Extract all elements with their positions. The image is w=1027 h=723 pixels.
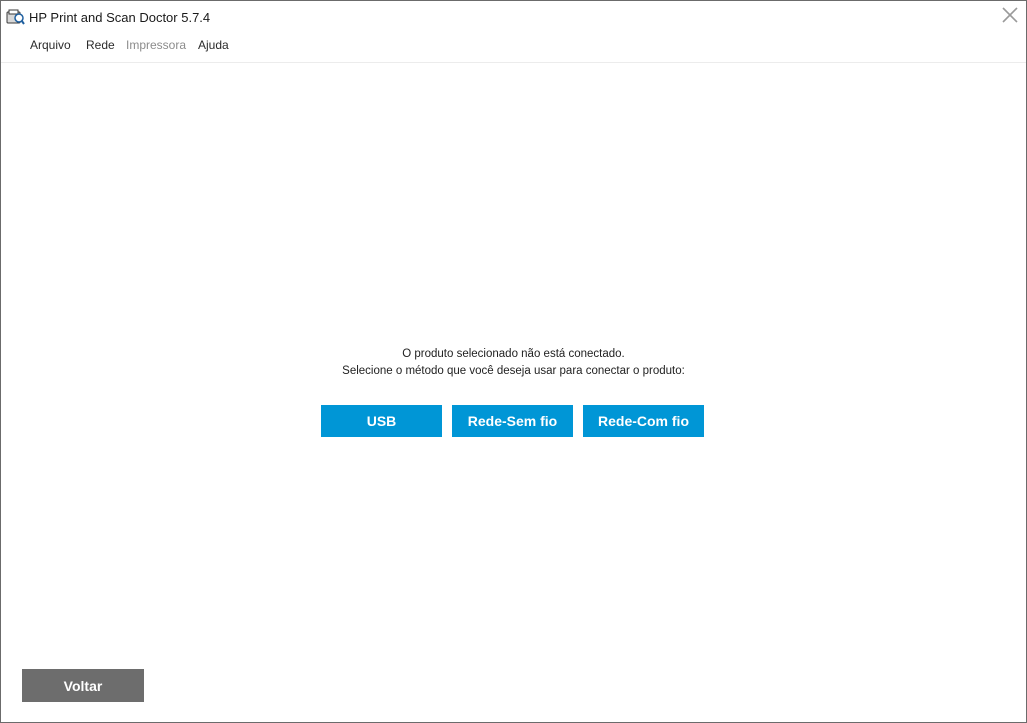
back-button[interactable]: Voltar <box>22 669 144 702</box>
title-bar: HP Print and Scan Doctor 5.7.4 <box>1 1 1026 34</box>
close-icon <box>1001 6 1019 29</box>
status-message: O produto selecionado não está conectado… <box>402 348 625 360</box>
hp-doctor-app-icon <box>6 9 25 26</box>
menu-item-rede[interactable]: Rede <box>86 38 115 52</box>
window-title: HP Print and Scan Doctor 5.7.4 <box>29 10 211 25</box>
menu-item-impressora: Impressora <box>126 38 187 52</box>
close-button[interactable] <box>998 5 1022 29</box>
menu-bar: Arquivo Rede Impressora Ajuda <box>1 34 1026 63</box>
app-window: HP Print and Scan Doctor 5.7.4 Arquivo R… <box>0 0 1027 723</box>
usb-button[interactable]: USB <box>321 405 442 437</box>
instruction-message: Selecione o método que você deseja usar … <box>342 365 685 377</box>
wired-network-button[interactable]: Rede-Com fio <box>583 405 704 437</box>
menu-item-arquivo[interactable]: Arquivo <box>30 38 71 52</box>
menu-item-ajuda[interactable]: Ajuda <box>198 38 229 52</box>
wireless-network-button[interactable]: Rede-Sem fio <box>452 405 573 437</box>
